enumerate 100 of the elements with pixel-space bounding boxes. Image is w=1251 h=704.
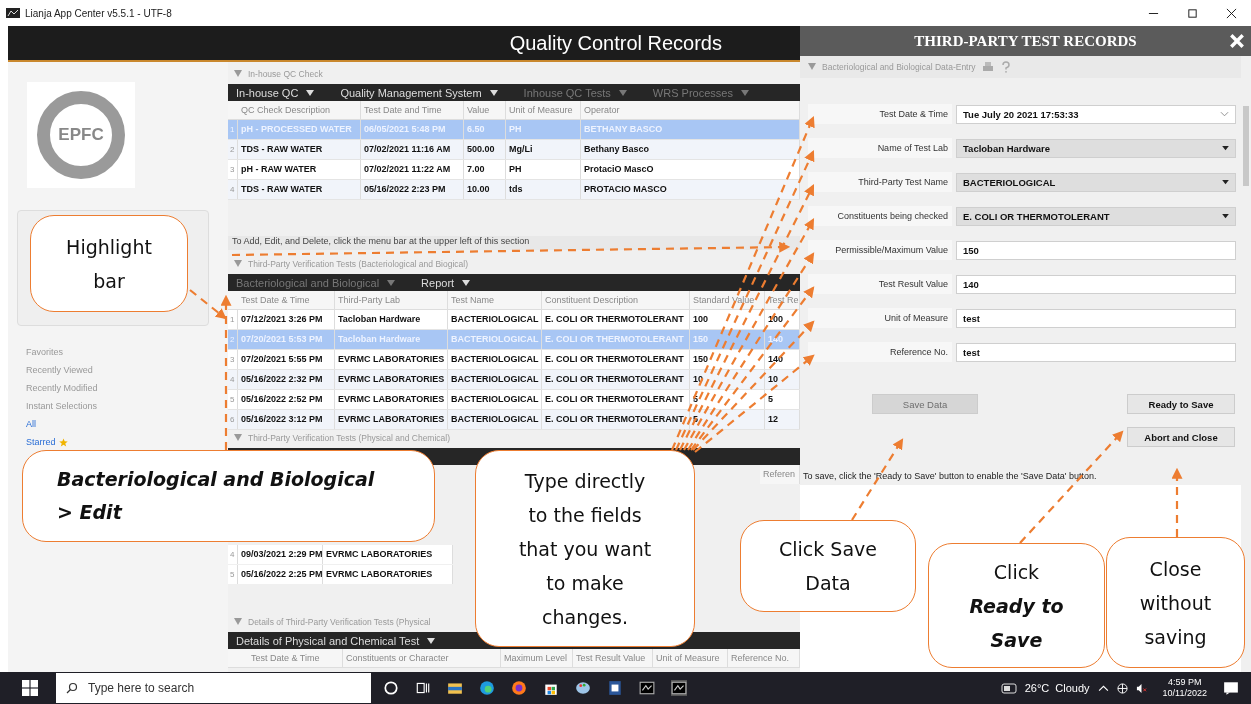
document-icon[interactable] (607, 680, 623, 696)
table-cell: pH - RAW WATER (238, 160, 361, 179)
input-field[interactable]: 150 (956, 240, 1236, 260)
form-title: Bacteriological and Biological Data-Entry (822, 62, 976, 72)
field-label: Test Date & Time (808, 104, 952, 124)
dropdown-field[interactable]: BACTERIOLOGICAL (956, 172, 1236, 192)
callout-note: Click Save Data (740, 520, 916, 612)
table-row[interactable]: 3 07/20/2021 5:55 PM EVRMC LABORATORIES BACTERIOLOGICAL E. COLI OR THERMOTOLERANT 150 140 (228, 350, 800, 370)
table-row[interactable]: 3 pH - RAW WATER 07/02/2021 11:22 AM 7.00 PH ProtaciO MascO (228, 160, 800, 180)
table-cell: 100 (690, 310, 765, 329)
table-cell: PH (506, 160, 581, 179)
row-number: 2 (228, 140, 238, 159)
search-field[interactable]: Type here to search (56, 673, 371, 703)
column-header: Test Result Value (573, 648, 653, 668)
column-header: Value (464, 100, 506, 120)
nav-link[interactable]: Starred (26, 436, 56, 449)
table-cell: EVRMC LABORATORIES (335, 370, 448, 389)
folder-icon[interactable] (447, 680, 463, 696)
chevron-up-icon[interactable] (1097, 682, 1109, 694)
form-button[interactable]: Abort and Close (1127, 427, 1235, 447)
callout-note: Close without saving (1106, 537, 1245, 668)
column-header: Test Date & Time (238, 290, 335, 310)
caret-icon (427, 636, 436, 645)
caret-icon (1222, 213, 1229, 219)
windows-start-icon[interactable] (22, 680, 38, 696)
caret-icon (387, 278, 396, 287)
row-number: 4 (228, 544, 238, 564)
table-cell[interactable]: EVRMC LABORATORIES (323, 564, 453, 584)
table-cell[interactable]: 09/03/2021 2:29 PM (238, 544, 323, 564)
app-window-icon[interactable] (671, 680, 687, 696)
table-cell: 150 (690, 350, 765, 369)
caret-icon (489, 88, 498, 97)
table-cell: 05/16/2022 2:52 PM (238, 390, 335, 409)
table-cell: TDS - RAW WATER (238, 140, 361, 159)
menu-item[interactable]: In-house QC (236, 86, 299, 99)
field-label: Test Result Value (808, 274, 952, 294)
date-field[interactable]: Tue July 20 2021 17:53:33 (956, 104, 1236, 124)
table-cell: E. COLI OR THERMOTOLERANT (542, 310, 690, 329)
table-row[interactable]: 4 TDS - RAW WATER 05/16/2022 2:23 PM 10.00 tds PROTACIO MASCO (228, 180, 800, 200)
menu-item[interactable]: Quality Management System (340, 86, 482, 99)
table-cell: Mg/Li (506, 140, 581, 159)
row-number: 3 (228, 350, 238, 369)
palette-icon[interactable] (575, 680, 591, 696)
scrollbar[interactable] (1243, 106, 1249, 186)
table-cell: tds (506, 180, 581, 199)
table-cell: E. COLI OR THERMOTOLERANT (542, 410, 690, 429)
table-cell: E. COLI OR THERMOTOLERANT (542, 330, 690, 349)
table-cell[interactable]: EVRMC LABORATORIES (323, 544, 453, 564)
field-label: Unit of Measure (808, 308, 952, 328)
row-number: 4 (228, 180, 238, 199)
table-cell: 150 (690, 330, 765, 349)
hint-text: To Add, Edit, and Delete, click the menu bar at the upper left of this section (228, 236, 800, 250)
speaker-muted-icon[interactable] (1135, 682, 1147, 694)
table-cell: 07/20/2021 5:53 PM (238, 330, 335, 349)
table-cell: BACTERIOLOGICAL (448, 350, 542, 369)
column-header: Referen (760, 465, 800, 484)
table-cell: 07/02/2021 11:16 AM (361, 140, 464, 159)
menu-item[interactable]: Details of Physical and Chemical Test (236, 634, 420, 647)
field-label: Reference No. (808, 342, 952, 362)
table-cell: 7.00 (464, 160, 506, 179)
column-header: Test Date & Time (248, 648, 343, 668)
logo-text: EPFC (58, 125, 104, 145)
table-cell: 05/16/2022 3:12 PM (238, 410, 335, 429)
task-view-icon[interactable] (415, 680, 431, 696)
section-title: Third-Party Verification Tests (Bacteriological and Biogical) (248, 259, 468, 269)
input-field[interactable]: 140 (956, 274, 1236, 294)
app-title: Quality Control Records (509, 31, 722, 55)
table-cell: 05/16/2022 2:23 PM (361, 180, 464, 199)
menu-item[interactable]: Report (421, 276, 455, 289)
table-cell[interactable]: 05/16/2022 2:25 PM (238, 564, 323, 584)
column-header: QC Check Description (238, 100, 361, 120)
table-row[interactable]: 1 07/12/2021 3:26 PM Tacloban Hardware BACTERIOLOGICAL E. COLI OR THERMOTOLERANT 100 100 (228, 310, 800, 330)
clock-time[interactable]: 4:59 PM (1168, 677, 1202, 688)
app-window-icon[interactable] (639, 680, 655, 696)
close-icon[interactable] (1226, 7, 1237, 19)
notification-icon[interactable] (1223, 680, 1239, 696)
table-cell: BACTERIOLOGICAL (448, 370, 542, 389)
table-cell: pH - PROCESSED WATER (238, 120, 361, 139)
table-cell: E. COLI OR THERMOTOLERANT (542, 350, 690, 369)
table-cell: 07/20/2021 5:55 PM (238, 350, 335, 369)
table-cell: 07/12/2021 3:26 PM (238, 310, 335, 329)
maximize-icon[interactable] (1187, 7, 1198, 19)
clock-date[interactable]: 10/11/2022 (1162, 688, 1207, 699)
input-field[interactable]: test (956, 308, 1236, 328)
table-cell: EVRMC LABORATORIES (335, 390, 448, 409)
column-header: Test Date and Time (361, 100, 464, 120)
weather-text[interactable]: 26°C Cloudy (1024, 682, 1090, 694)
table-cell: 6.50 (464, 120, 506, 139)
app-icon (6, 8, 20, 18)
table-cell: 10.00 (464, 180, 506, 199)
dropdown-field[interactable]: Tacloban Hardware (956, 138, 1236, 158)
globe-icon[interactable] (1116, 682, 1128, 694)
nav-link[interactable]: All (26, 418, 36, 431)
field-label: Third-Party Test Name (808, 172, 952, 192)
input-field[interactable]: test (956, 342, 1236, 362)
table-row[interactable]: 2 TDS - RAW WATER 07/02/2021 11:16 AM 500.00 Mg/Li Bethany Basco (228, 140, 800, 160)
form-button[interactable]: Ready to Save (1127, 394, 1235, 414)
dropdown-field[interactable]: E. COLI OR THERMOTOLERANT (956, 206, 1236, 226)
row-number: 1 (228, 120, 238, 139)
circle-icon[interactable] (383, 680, 399, 696)
